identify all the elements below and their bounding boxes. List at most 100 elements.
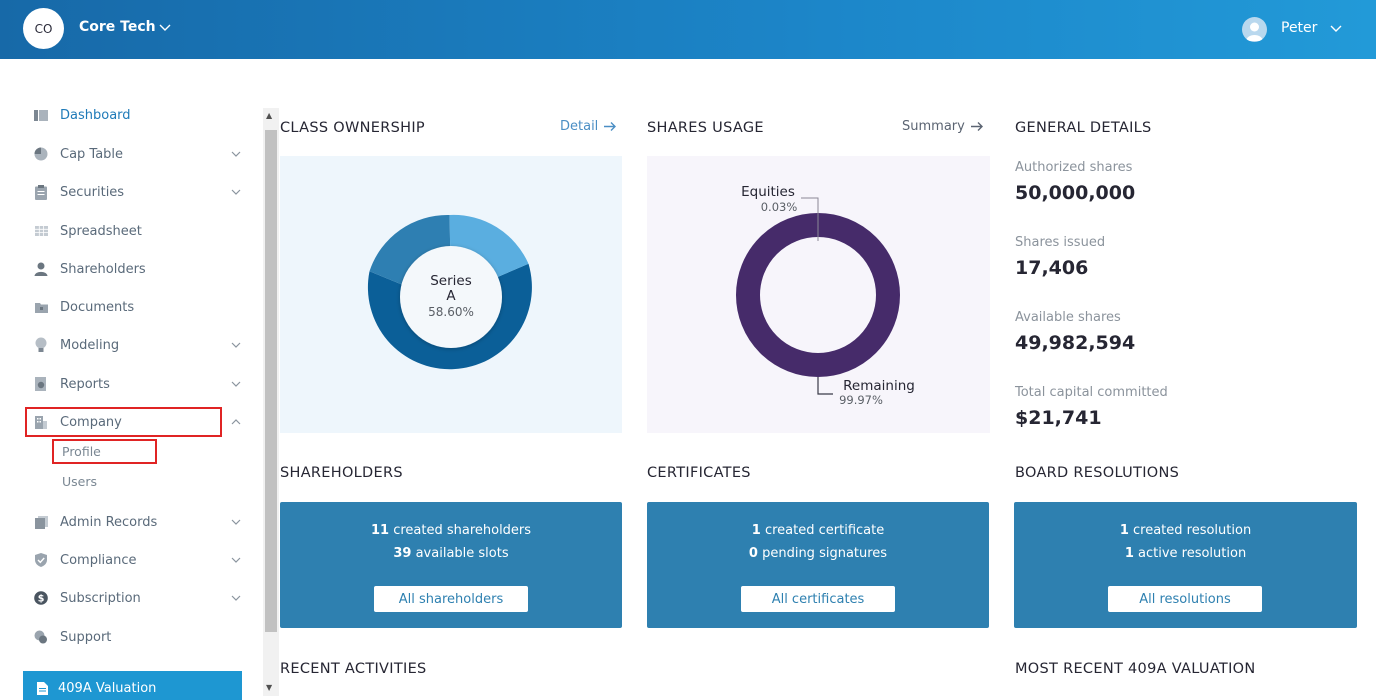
- chevron-down-icon: [231, 557, 241, 563]
- sidebar-item-shareholders[interactable]: Shareholders: [26, 254, 246, 284]
- shares-issued-value: 17,406: [1015, 257, 1089, 279]
- sidebar-item-label: Dashboard: [60, 107, 131, 123]
- remaining-ring[interactable]: [736, 213, 900, 377]
- remaining-leader-line: [817, 377, 833, 395]
- sidebar-item-label: Compliance: [60, 552, 137, 568]
- shareholders-card: 11 created shareholders 39 available slo…: [280, 502, 622, 628]
- authorized-shares-label: Authorized shares: [1015, 160, 1133, 175]
- certificates-card: 1 created certificate 0 pending signatur…: [647, 502, 989, 628]
- center-label-class: A: [446, 288, 456, 304]
- sidebar-item-label: Admin Records: [60, 514, 158, 530]
- top-bar: CO Core Tech Peter: [0, 0, 1376, 59]
- center-value: 58.60%: [428, 305, 474, 319]
- chevron-down-icon: [231, 189, 241, 195]
- sidebar-item-securities[interactable]: Securities: [26, 177, 246, 207]
- scrollbar-thumb[interactable]: [265, 130, 277, 632]
- dollar-icon: $: [33, 590, 49, 606]
- sidebar-item-compliance[interactable]: Compliance: [26, 545, 246, 575]
- sidebar-item-documents[interactable]: Documents: [26, 292, 246, 322]
- document-icon: [37, 681, 48, 695]
- shares-usage-title: SHARES USAGE: [647, 120, 764, 136]
- detail-link-label: Detail: [560, 119, 599, 134]
- chevron-down-icon: [231, 595, 241, 601]
- shareholders-title: SHAREHOLDERS: [280, 465, 403, 481]
- remaining-label: Remaining: [843, 378, 915, 394]
- sidebar-item-reports[interactable]: Reports: [26, 369, 246, 399]
- equities-label: Equities: [741, 184, 795, 200]
- support-icon: [33, 629, 49, 645]
- sidebar-item-subscription[interactable]: $ Subscription: [26, 583, 246, 613]
- certificates-title: CERTIFICATES: [647, 465, 751, 481]
- resolutions-active-line: 1 active resolution: [1124, 546, 1247, 561]
- user-icon: [33, 261, 49, 277]
- class-ownership-detail-link[interactable]: Detail: [560, 119, 617, 134]
- sidebar-item-label: Spreadsheet: [60, 223, 142, 239]
- dashboard-icon: [33, 107, 49, 123]
- remaining-value: 99.97%: [839, 393, 883, 407]
- folder-icon: [33, 299, 49, 315]
- recent-activities-title: RECENT ACTIVITIES: [280, 661, 427, 677]
- user-menu[interactable]: Peter: [1281, 20, 1317, 36]
- sidebar-item-label: Subscription: [60, 590, 141, 606]
- scroll-up-arrow[interactable]: ▲: [266, 111, 272, 120]
- sidebar-item-modeling[interactable]: Modeling: [26, 330, 246, 360]
- highlight-box-company: [25, 407, 222, 437]
- pie-chart-icon: [33, 146, 49, 162]
- recent-409a-valuation-title: MOST RECENT 409A VALUATION: [1015, 661, 1256, 677]
- spreadsheet-icon: [33, 223, 49, 239]
- board-resolutions-card: 1 created resolution 1 active resolution…: [1014, 502, 1357, 628]
- total-capital-value: $21,741: [1015, 407, 1102, 429]
- chevron-down-icon: [231, 519, 241, 525]
- valuation-409a-button[interactable]: 409A Valuation: [23, 671, 242, 700]
- class-ownership-donut-chart: Series A 58.60%: [367, 214, 532, 370]
- certificates-pending-line: 0 pending signatures: [748, 546, 888, 561]
- sidebar-item-support[interactable]: Support: [26, 622, 246, 652]
- shares-usage-summary-link[interactable]: Summary: [902, 119, 984, 134]
- all-resolutions-button[interactable]: All resolutions: [1108, 586, 1262, 612]
- total-capital-label: Total capital committed: [1015, 385, 1168, 400]
- chevron-down-icon: [231, 381, 241, 387]
- report-icon: [33, 376, 49, 392]
- shareholders-created-line: 11 created shareholders: [370, 523, 532, 538]
- chevron-down-icon: [231, 342, 241, 348]
- records-icon: [33, 514, 49, 530]
- class-ownership-chart-panel: Series A 58.60%: [280, 156, 622, 433]
- clipboard-icon: [33, 184, 49, 200]
- shares-usage-chart-panel: Equities 0.03% Remaining 99.97%: [647, 156, 990, 433]
- chevron-down-icon[interactable]: [158, 20, 172, 34]
- sidebar-item-admin-records[interactable]: Admin Records: [26, 507, 246, 537]
- chevron-down-icon[interactable]: [1329, 21, 1343, 35]
- resolutions-created-line: 1 created resolution: [1119, 523, 1252, 538]
- company-logo[interactable]: CO: [23, 8, 64, 49]
- chevron-up-icon: [231, 419, 241, 425]
- sidebar-item-label: Securities: [60, 184, 125, 200]
- avatar[interactable]: [1242, 17, 1267, 42]
- company-switcher[interactable]: Core Tech: [79, 19, 156, 35]
- sidebar-subitem-users[interactable]: Users: [62, 474, 97, 489]
- sidebar-item-label: Reports: [60, 376, 110, 392]
- sidebar-item-spreadsheet[interactable]: Spreadsheet: [26, 216, 246, 246]
- highlight-box-profile: [52, 439, 157, 464]
- sidebar-item-label: Shareholders: [60, 261, 146, 277]
- certificates-created-line: 1 created certificate: [751, 523, 885, 538]
- shares-usage-donut-chart: Equities 0.03% Remaining 99.97%: [736, 184, 915, 407]
- shareholders-slots-line: 39 available slots: [393, 546, 509, 561]
- general-details-title: GENERAL DETAILS: [1015, 120, 1152, 136]
- authorized-shares-value: 50,000,000: [1015, 182, 1136, 204]
- all-shareholders-button[interactable]: All shareholders: [374, 586, 528, 612]
- shares-issued-label: Shares issued: [1015, 235, 1106, 250]
- lightbulb-icon: [33, 337, 49, 353]
- all-certificates-button[interactable]: All certificates: [741, 586, 895, 612]
- sidebar-item-dashboard[interactable]: Dashboard: [26, 100, 246, 130]
- shield-icon: [33, 552, 49, 568]
- scroll-down-arrow[interactable]: ▼: [266, 683, 272, 692]
- chevron-down-icon: [231, 151, 241, 157]
- equities-value: 0.03%: [761, 200, 798, 214]
- available-shares-label: Available shares: [1015, 310, 1121, 325]
- sidebar-item-cap-table[interactable]: Cap Table: [26, 139, 246, 169]
- arrow-right-icon: [604, 122, 617, 131]
- sidebar-item-label: Modeling: [60, 337, 120, 353]
- arrow-right-icon: [970, 122, 983, 131]
- sidebar-item-label: Documents: [60, 299, 135, 315]
- center-label-series: Series: [430, 273, 472, 289]
